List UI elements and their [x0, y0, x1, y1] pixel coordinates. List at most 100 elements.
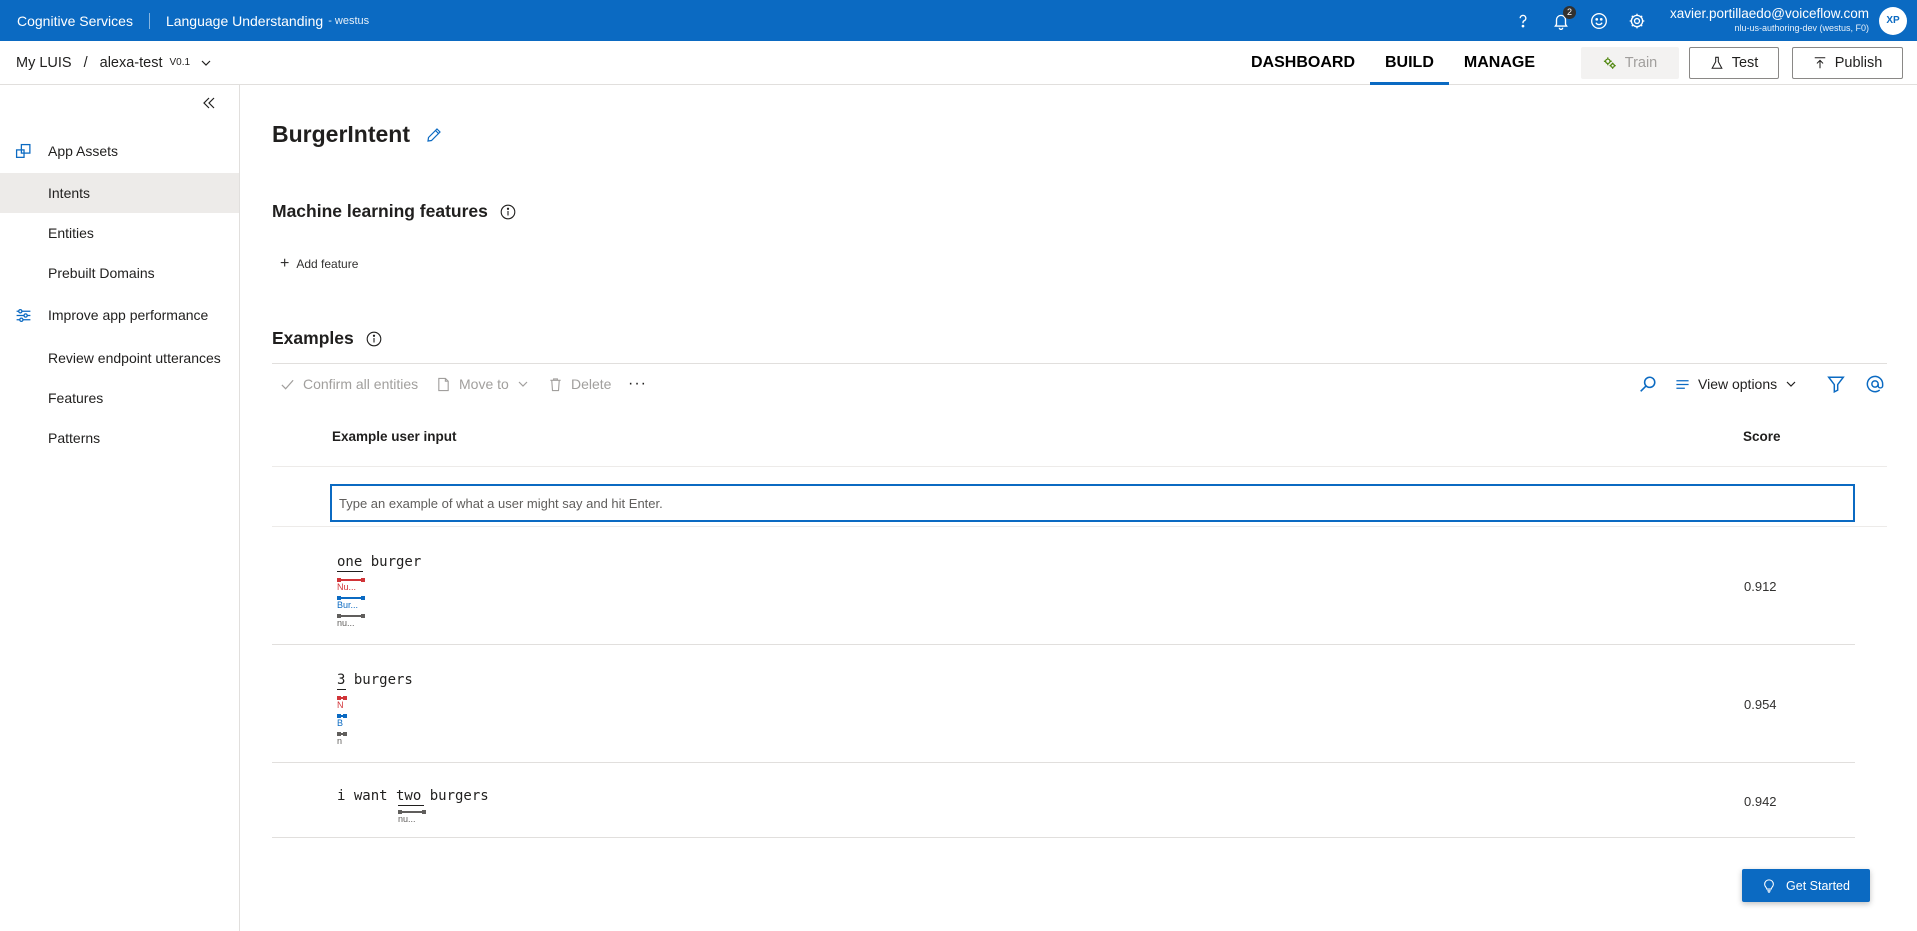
sidebar-item-label: Features — [48, 390, 104, 406]
delete-button[interactable]: Delete — [548, 364, 611, 404]
breadcrumb-separator: / — [83, 54, 88, 71]
entity-label[interactable]: N — [337, 695, 347, 710]
app-assets-icon — [15, 143, 31, 158]
sidebar: App Assets Intents Entities Prebuilt Dom… — [0, 85, 240, 931]
confirm-all-entities-button[interactable]: Confirm all entities — [280, 364, 418, 404]
delete-label: Delete — [571, 376, 612, 392]
view-options-label: View options — [1698, 376, 1778, 392]
examples-heading-text: Examples — [272, 328, 354, 348]
edit-pencil-icon[interactable] — [426, 127, 442, 143]
publish-label: Publish — [1834, 55, 1883, 71]
entity-tag: B — [337, 718, 344, 728]
info-icon[interactable] — [500, 204, 516, 220]
chevron-down-icon — [518, 381, 528, 387]
utterance-text: one burger — [337, 554, 422, 570]
table-row[interactable]: 3 burgers N B n 0.954 — [272, 645, 1855, 763]
checkmark-icon — [281, 379, 294, 390]
table-row[interactable]: i want two burgers nu... 0.942 — [272, 763, 1855, 838]
entity-tag: nu... — [337, 618, 355, 628]
example-utterance-input[interactable] — [330, 484, 1855, 522]
tab-build[interactable]: BUILD — [1370, 41, 1449, 85]
move-label: Move to — [459, 376, 509, 392]
entity-label[interactable]: n — [337, 731, 347, 746]
entity-label[interactable]: nu... — [337, 613, 365, 628]
entity-tag: Nu... — [337, 582, 357, 592]
sidebar-item-entities[interactable]: Entities — [0, 213, 239, 253]
user-info[interactable]: xavier.portillaedo@voiceflow.com nlu-us-… — [1669, 5, 1869, 35]
breadcrumb-app-name[interactable]: alexa-test — [100, 55, 163, 71]
sidebar-item-prebuilt-domains[interactable]: Prebuilt Domains — [0, 253, 239, 293]
get-started-button[interactable]: Get Started — [1742, 869, 1870, 902]
entity-tag: Bur... — [337, 600, 359, 610]
help-icon[interactable] — [1512, 10, 1534, 32]
publish-button[interactable]: Publish — [1792, 47, 1903, 79]
ml-features-heading-text: Machine learning features — [272, 201, 488, 221]
gears-icon — [1603, 57, 1616, 69]
score-value: 0.942 — [1744, 794, 1777, 809]
user-email: xavier.portillaedo@voiceflow.com — [1669, 5, 1869, 21]
entity-tag: n — [337, 736, 343, 746]
entity-label[interactable]: Bur... — [337, 595, 365, 610]
examples-toolbar: Confirm all entities Move to Delete ··· … — [272, 363, 1887, 403]
info-icon[interactable] — [366, 331, 382, 347]
settings-gear-icon[interactable] — [1626, 10, 1648, 32]
entity-label[interactable]: nu... — [398, 809, 426, 824]
entity-underline — [337, 571, 363, 572]
top-bar: Cognitive Services Language Understandin… — [0, 0, 1917, 41]
avatar[interactable]: XP — [1879, 6, 1907, 35]
view-options-button[interactable]: View options — [1675, 364, 1797, 404]
search-icon[interactable] — [1639, 375, 1657, 393]
at-mention-icon[interactable] — [1866, 375, 1884, 393]
sidebar-item-improve-app-performance[interactable]: Improve app performance — [0, 295, 239, 335]
sidebar-item-label: App Assets — [48, 143, 119, 159]
column-header-score[interactable]: Score — [1743, 429, 1781, 444]
test-button[interactable]: Test — [1689, 47, 1779, 79]
train-button[interactable]: Train — [1581, 47, 1679, 79]
confirm-label: Confirm all entities — [303, 376, 419, 392]
sidebar-item-features[interactable]: Features — [0, 378, 239, 418]
entity-label[interactable]: B — [337, 713, 347, 728]
examples-table-header: Example user input Score — [272, 421, 1887, 467]
top-bar-actions: 2 xavier.portillaedo@voiceflow.com nlu-u… — [1504, 0, 1917, 41]
ml-features-heading: Machine learning features — [272, 201, 516, 222]
sidebar-item-patterns[interactable]: Patterns — [0, 418, 239, 458]
move-to-button[interactable]: Move to — [436, 364, 529, 404]
entity-underline — [398, 805, 424, 806]
product-name[interactable]: Language Understanding — [166, 13, 323, 29]
sidebar-item-label: Patterns — [48, 430, 101, 446]
score-value: 0.954 — [1744, 697, 1777, 712]
add-feature-label: Add feature — [296, 257, 359, 271]
get-started-label: Get Started — [1786, 878, 1850, 893]
notifications-icon[interactable]: 2 — [1550, 5, 1576, 32]
brand-link[interactable]: Cognitive Services — [17, 13, 133, 29]
chevron-down-icon[interactable] — [200, 57, 212, 69]
publish-icon — [1814, 57, 1825, 69]
score-value: 0.912 — [1744, 579, 1777, 594]
filter-icon[interactable] — [1827, 375, 1845, 393]
app-version: V0.1 — [169, 57, 191, 68]
add-feature-button[interactable]: + Add feature — [280, 255, 358, 273]
user-tenant: nlu-us-authoring-dev (westus, F0) — [1734, 23, 1869, 34]
breadcrumb-my-luis[interactable]: My LUIS — [16, 55, 72, 71]
tab-manage[interactable]: MANAGE — [1449, 41, 1550, 85]
sidebar-item-app-assets[interactable]: App Assets — [0, 131, 239, 171]
feedback-smiley-icon[interactable] — [1588, 10, 1610, 32]
sidebar-item-label: Improve app performance — [48, 307, 209, 323]
collapse-sidebar-icon[interactable] — [201, 95, 217, 111]
tab-dashboard[interactable]: DASHBOARD — [1236, 41, 1370, 85]
entity-tag: N — [337, 700, 344, 710]
brand-separator — [148, 12, 150, 29]
train-label: Train — [1624, 55, 1658, 71]
sliders-icon — [16, 308, 31, 322]
sidebar-item-intents[interactable]: Intents — [0, 173, 239, 213]
sidebar-item-review-endpoint-utterances[interactable]: Review endpoint utterances — [0, 338, 239, 378]
intent-name: BurgerIntent — [272, 121, 410, 147]
entity-label[interactable]: Nu... — [337, 577, 365, 592]
test-label: Test — [1731, 55, 1759, 71]
table-row[interactable]: one burger Nu... Bur... nu... 0.912 — [272, 527, 1855, 645]
more-actions-button[interactable]: ··· — [628, 364, 647, 404]
app-header-bar: My LUIS / alexa-test V0.1 DASHBOARD BUIL… — [0, 41, 1917, 85]
column-header-input[interactable]: Example user input — [332, 429, 457, 444]
examples-heading: Examples — [272, 328, 382, 349]
trash-icon — [550, 377, 561, 391]
